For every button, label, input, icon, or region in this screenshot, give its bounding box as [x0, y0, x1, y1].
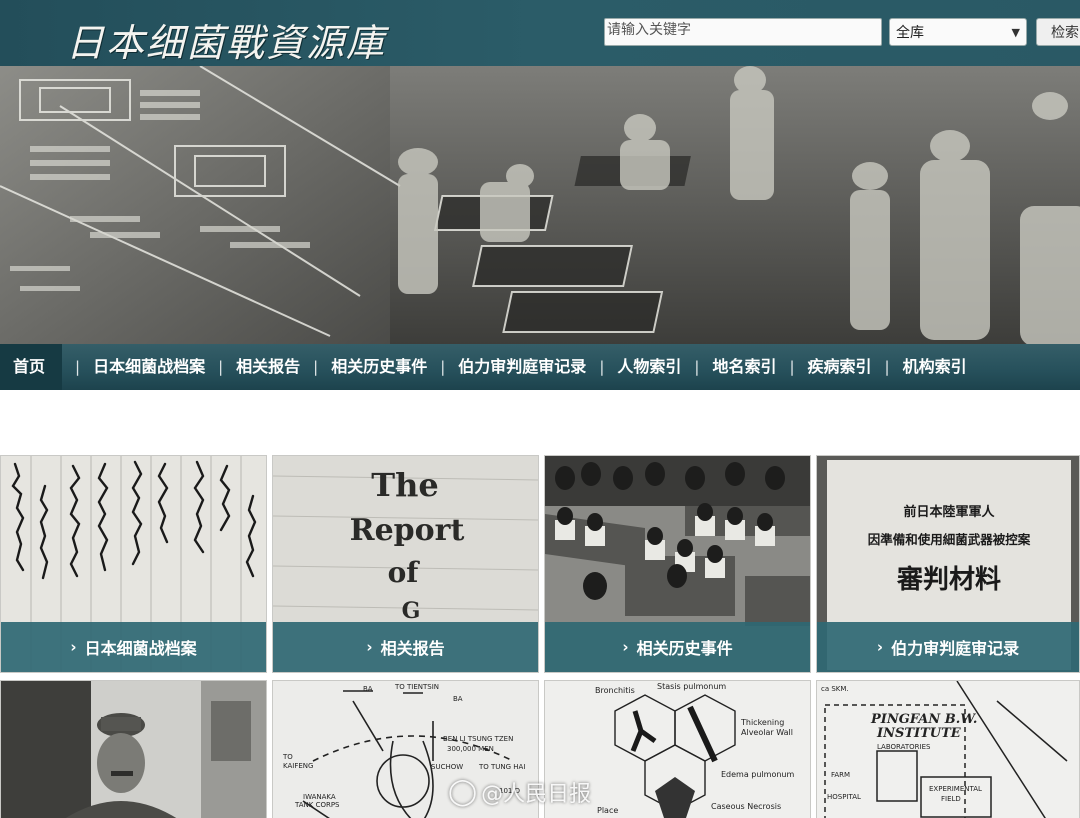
report-title-line2: Report — [350, 513, 465, 548]
map-label-tientsin: TO TIENTSIN — [394, 683, 439, 691]
map-label-iwanaka: IWANAKA — [303, 793, 336, 801]
weibo-icon: ◯ — [448, 777, 478, 807]
map-label-kaifeng: KAIFENG — [283, 762, 313, 770]
map-label-ba-left: BA — [363, 685, 373, 693]
nav-separator: | — [218, 358, 224, 376]
hero-banner-image — [0, 66, 1080, 344]
chevron-right-icon: › — [876, 638, 884, 656]
pingfan-label-field: FIELD — [941, 795, 961, 803]
nav-separator: | — [440, 358, 446, 376]
chevron-down-icon: ▼ — [1011, 25, 1020, 39]
search-input[interactable]: 请输入关键字 — [604, 18, 882, 46]
path-label-caseous: Caseous Necrosis — [711, 802, 781, 811]
tile-person-photo[interactable] — [0, 680, 267, 818]
path-label-stasis: Stasis pulmonum — [657, 682, 726, 691]
pingfan-label-farm: FARM — [831, 771, 850, 779]
nav-reports[interactable]: 相关报告 — [236, 344, 300, 390]
nav-separator: | — [884, 358, 890, 376]
path-label-place: Place — [597, 806, 618, 815]
pingfan-institute-map-image: PINGFAN B.W. INSTITUTE ca SKM. LABORATOR… — [817, 681, 1079, 818]
nav-japan-bw-archives[interactable]: 日本细菌战档案 — [93, 344, 205, 390]
report-title-line3: of — [388, 556, 421, 589]
path-label-alveolar: Alveolar Wall — [741, 728, 793, 737]
tile-pingfan-map[interactable]: PINGFAN B.W. INSTITUTE ca SKM. LABORATOR… — [816, 680, 1080, 818]
officer-portrait-image — [1, 681, 266, 818]
map-label-ben-li: BEN LI TSUNG TZEN — [443, 735, 513, 743]
map-label-tung-hai: TO TUNG HAI — [478, 763, 525, 771]
source-watermark: ◯ @人民日报 — [448, 776, 591, 808]
nav-person-index[interactable]: 人物索引 — [617, 344, 681, 390]
nav-separator: | — [789, 358, 795, 376]
tile-caption[interactable]: › 日本细菌战档案 — [1, 622, 266, 672]
nav-place-index[interactable]: 地名索引 — [712, 344, 776, 390]
site-header: 日本细菌戰資源庫 请输入关键字 全库 ▼ 检索 — [0, 0, 1080, 66]
report-title-line4: G — [402, 598, 421, 624]
pingfan-title-2: INSTITUTE — [876, 726, 962, 741]
search-placeholder: 请输入关键字 — [607, 22, 691, 38]
tile-japan-bw-archives[interactable]: › 日本细菌战档案 — [0, 455, 267, 673]
watermark-text: @人民日报 — [481, 782, 592, 807]
scope-select[interactable]: 全库 ▼ — [889, 18, 1027, 46]
map-label-ba-right: BA — [453, 695, 463, 703]
nav-institution-index[interactable]: 机构索引 — [903, 344, 967, 390]
trial-doc-line3: 審判材料 — [896, 565, 1001, 595]
pingfan-label-sk: ca SKM. — [821, 685, 849, 693]
pingfan-title-1: PINGFAN B.W. — [870, 712, 977, 727]
tile-reports[interactable]: The Report of G › 相关报告 — [272, 455, 539, 673]
report-title-line1: The — [371, 466, 438, 504]
nav-historical-events[interactable]: 相关历史事件 — [331, 344, 427, 390]
tile-caption[interactable]: › 伯力审判庭审记录 — [817, 622, 1079, 672]
nav-khabarovsk-trial[interactable]: 伯力审判庭审记录 — [458, 344, 586, 390]
trial-doc-line2: 因準備和使用細菌武器被控案 — [868, 532, 1031, 547]
tile-caption-label: 相关报告 — [380, 639, 445, 658]
scope-selected-value: 全库 — [896, 25, 924, 41]
nav-home[interactable]: 首页 — [0, 344, 62, 390]
site-logo[interactable]: 日本细菌戰資源庫 — [66, 12, 386, 66]
pingfan-label-hospital: HOSPITAL — [827, 793, 861, 801]
nav-disease-index[interactable]: 疾病索引 — [808, 344, 872, 390]
pingfan-label-experimental: EXPERIMENTAL — [929, 785, 982, 793]
chevron-right-icon: › — [70, 638, 77, 656]
path-label-bronchitis: Bronchitis — [595, 686, 635, 695]
path-label-edema: Edema pulmonum — [721, 770, 794, 779]
map-label-to: TO — [282, 753, 293, 761]
tile-caption-label: 日本细菌战档案 — [84, 639, 197, 658]
nav-separator: | — [694, 358, 700, 376]
map-label-tank-corps: TANK CORPS — [294, 801, 340, 809]
pingfan-label-labs: LABORATORIES — [877, 743, 931, 751]
trial-doc-line1: 前日本陸軍軍人 — [903, 504, 995, 520]
tile-khabarovsk-trial[interactable]: 前日本陸軍軍人 因準備和使用細菌武器被控案 審判材料 › 伯力审判庭审记录 — [816, 455, 1080, 673]
nav-separator: | — [313, 358, 319, 376]
nav-separator: | — [75, 358, 81, 376]
path-label-thickening: Thickening — [740, 718, 784, 727]
tile-historical-events[interactable]: › 相关历史事件 — [544, 455, 811, 673]
tile-caption[interactable]: › 相关历史事件 — [545, 622, 810, 672]
map-label-men: 300,000 MEN — [447, 745, 494, 753]
tile-caption-label: 伯力审判庭审记录 — [891, 639, 1020, 658]
nav-separator: | — [599, 358, 605, 376]
tile-caption[interactable]: › 相关报告 — [273, 622, 538, 672]
chevron-right-icon: › — [366, 638, 373, 656]
search-button[interactable]: 检索 — [1036, 18, 1080, 46]
main-nav: 首页 | 日本细菌战档案 | 相关报告 | 相关历史事件 | 伯力审判庭审记录 … — [0, 344, 1080, 390]
tile-caption-label: 相关历史事件 — [636, 639, 733, 658]
map-label-suchow: SUCHOW — [431, 763, 463, 771]
hero-banner — [0, 66, 1080, 344]
chevron-right-icon: › — [622, 638, 629, 656]
